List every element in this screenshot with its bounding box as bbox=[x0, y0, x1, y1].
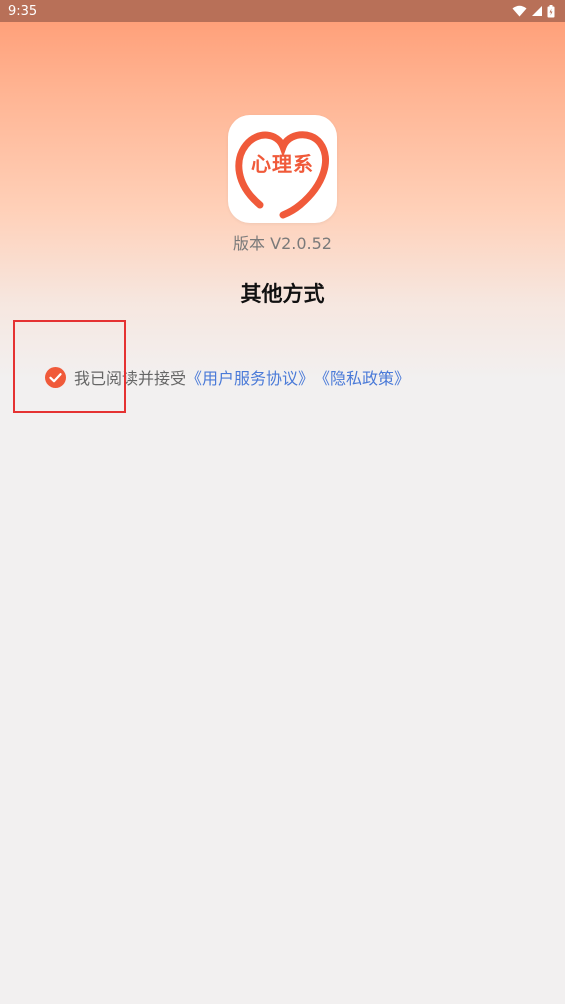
status-time: 9:35 bbox=[8, 3, 38, 19]
status-bar: 9:35 bbox=[0, 0, 565, 22]
wifi-icon bbox=[512, 5, 527, 17]
logo-text: 心理系 bbox=[251, 152, 314, 176]
terms-of-service-link[interactable]: 《用户服务协议》 bbox=[186, 365, 314, 389]
battery-icon bbox=[547, 4, 555, 17]
app-logo: 心理系 bbox=[228, 115, 337, 223]
status-icons bbox=[512, 4, 555, 18]
highlight-box bbox=[13, 320, 126, 413]
privacy-policy-link[interactable]: 《隐私政策》 bbox=[314, 365, 410, 389]
page-title: 其他方式 bbox=[240, 282, 325, 306]
signal-icon bbox=[532, 6, 542, 16]
app-version: 版本 V2.0.52 bbox=[233, 234, 332, 253]
